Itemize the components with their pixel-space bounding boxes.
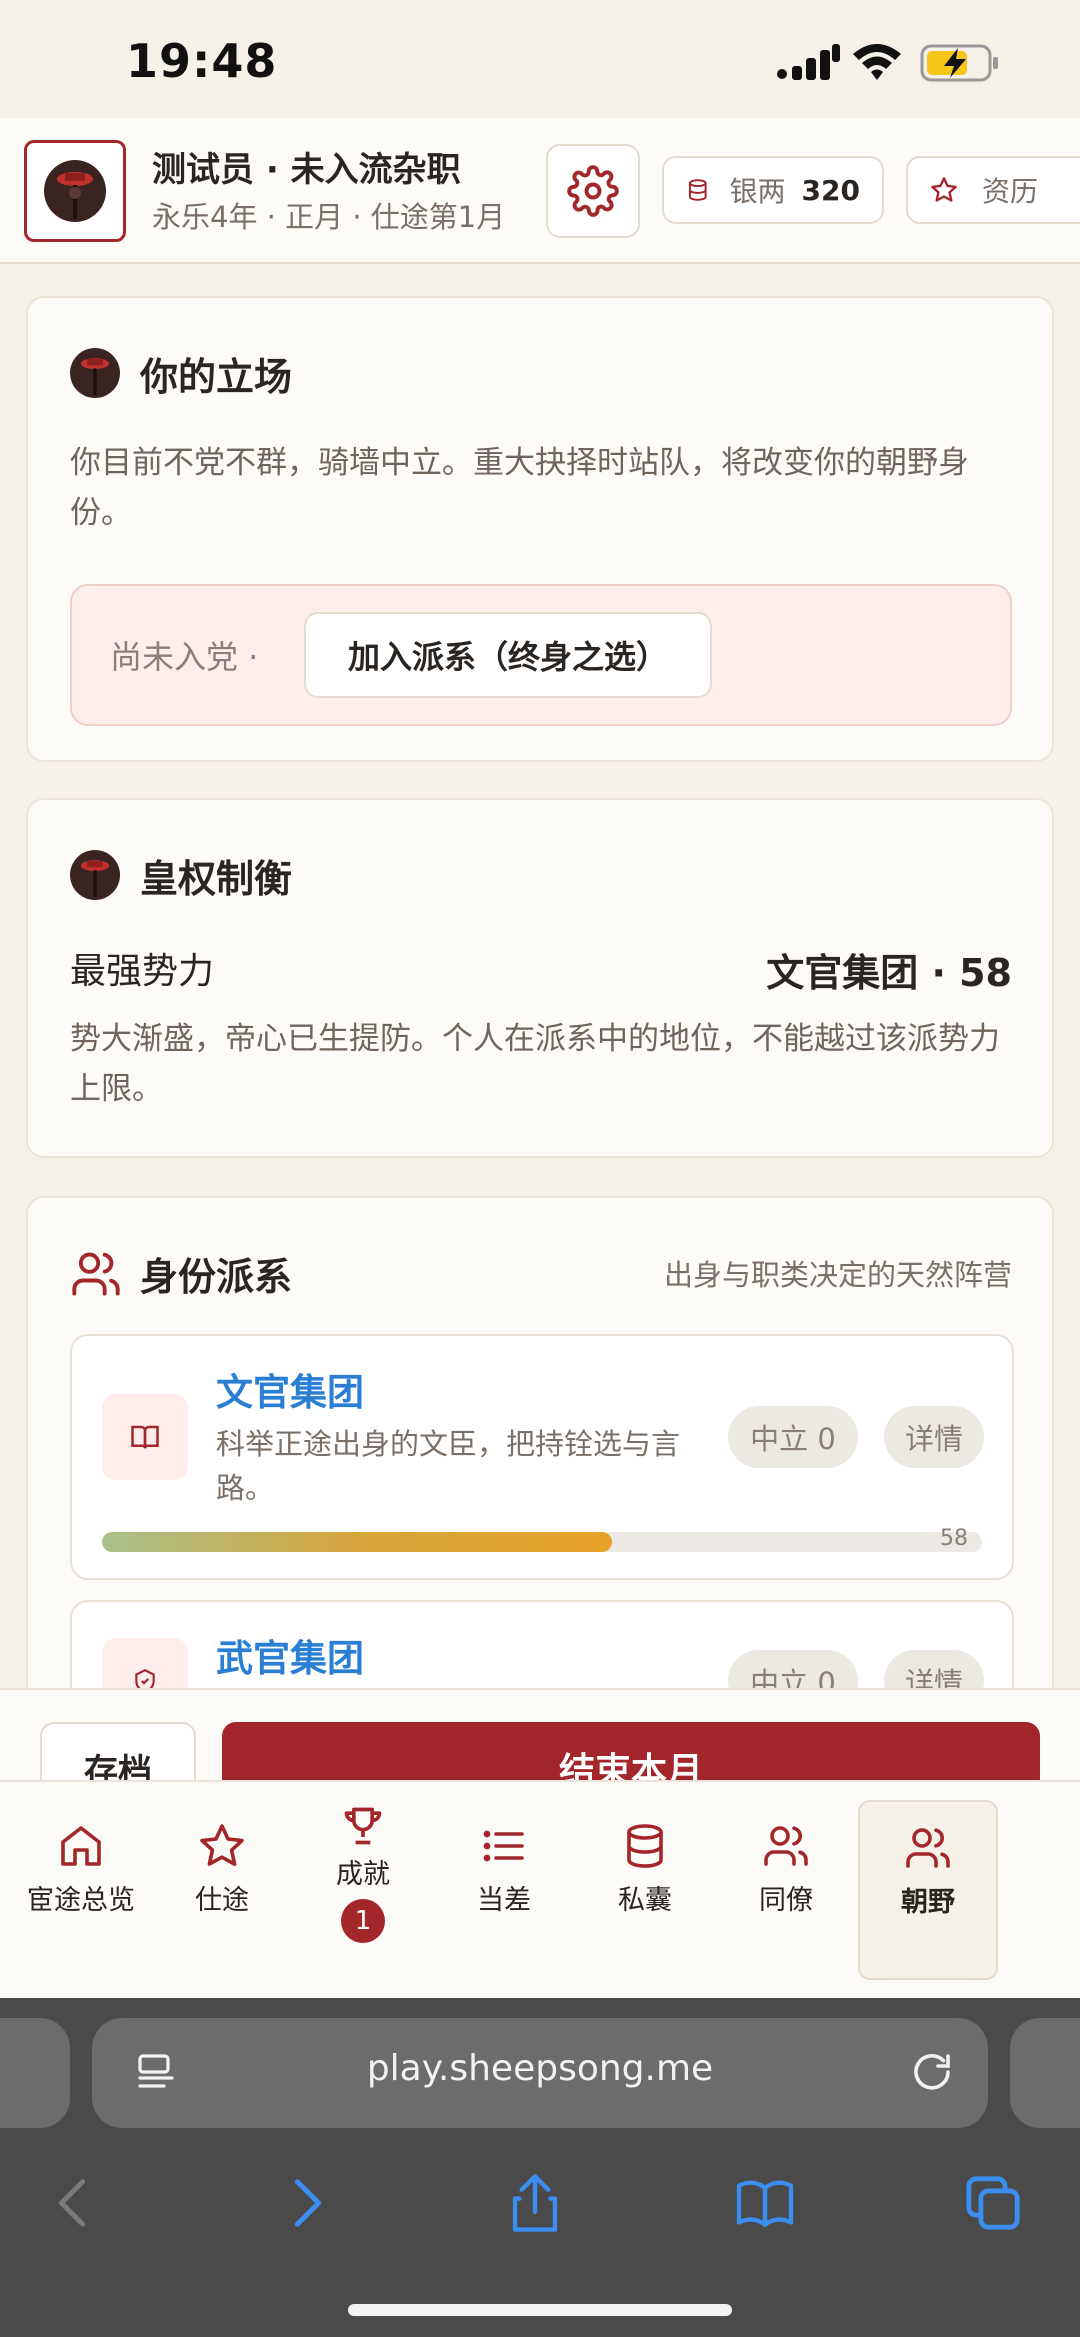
stance-card: 你的立场 你目前不党不群，骑墙中立。重大抉择时站队，将改变你的朝野身份。 尚未入… [26, 296, 1054, 762]
users-icon [764, 1826, 808, 1866]
date-subtitle: 永乐4年 · 正月 · 仕途第1月 [152, 200, 506, 234]
official-avatar-icon [70, 348, 120, 398]
trophy-icon [344, 1807, 382, 1845]
faction-detail-button[interactable]: 详情 [884, 1406, 984, 1468]
list-icon [483, 1830, 524, 1862]
nav-label: 当差 [477, 1885, 531, 1916]
gear-icon [567, 165, 619, 217]
status-bar: 19:48 [0, 0, 1080, 118]
bookmarks-icon [736, 2180, 794, 2227]
strongest-label: 最强势力 [70, 951, 215, 992]
previous-tab-preview[interactable] [0, 2018, 70, 2128]
silver-chip[interactable]: 银两 320 [662, 156, 884, 224]
star-icon [200, 1824, 244, 1866]
avatar[interactable] [24, 140, 126, 242]
imperial-balance-card: 皇权制衡 最强势力 文官集团 · 58 势大渐盛，帝心已生提防。个人在派系中的地… [26, 798, 1054, 1158]
nav-item-achievements[interactable]: 成就 1 [298, 1800, 428, 1980]
faction-icon [102, 1394, 188, 1480]
status-time: 19:48 [126, 34, 278, 88]
reload-icon[interactable] [908, 2048, 956, 2096]
faction-name[interactable]: 文官集团 [216, 1362, 364, 1416]
strongest-value: 文官集团 · 58 [766, 951, 1012, 995]
nav-item-overview[interactable]: 宦途总览 [16, 1800, 146, 1980]
nav-label: 朝野 [901, 1887, 955, 1918]
battery-charging-icon [920, 44, 998, 82]
party-label: 尚未入党 · [110, 638, 259, 676]
share-button[interactable] [500, 2168, 570, 2238]
faction-power-value: 58 [940, 1526, 968, 1551]
faction-description: 科举正途出身的文臣，把持铨选与言路。 [216, 1427, 681, 1505]
nav-item-files[interactable]: 案牍 [1020, 1800, 1080, 1980]
party-status-box: 尚未入党 · 加入派系（终身之选） [70, 584, 1012, 726]
nav-label: 仕途 [195, 1885, 249, 1916]
factions-card: 身份派系 出身与职类决定的天然阵营 文官集团 科举正途出身的文臣，把持铨选与言路… [26, 1196, 1054, 1716]
nav-label: 同僚 [759, 1885, 813, 1916]
nav-label: 私囊 [618, 1885, 672, 1916]
faction-name[interactable]: 武官集团 [216, 1628, 364, 1682]
chevron-right-icon [294, 2179, 322, 2227]
tabs-button[interactable] [958, 2168, 1028, 2238]
star-icon [931, 177, 957, 202]
nav-label: 宦途总览 [27, 1885, 135, 1916]
balance-title: 皇权制衡 [140, 857, 293, 901]
balance-description: 势大渐盛，帝心已生提防。个人在派系中的地位，不能越过该派势力上限。 [70, 1021, 1000, 1107]
next-tab-preview[interactable] [1010, 2018, 1080, 2128]
home-indicator [348, 2304, 732, 2316]
home-icon [61, 1826, 101, 1866]
book-icon [131, 1425, 159, 1449]
users-icon [72, 1252, 120, 1296]
url-text[interactable]: play.sheepsong.me [92, 2048, 988, 2089]
notification-badge: 1 [341, 1899, 385, 1943]
chevron-left-icon [58, 2179, 86, 2227]
coins-icon [688, 179, 707, 201]
forward-button[interactable] [272, 2168, 342, 2238]
stance-title: 你的立场 [140, 355, 293, 399]
official-avatar-icon [70, 850, 120, 900]
factions-subtitle: 出身与职类决定的天然阵营 [663, 1258, 1012, 1292]
faction-power-fill [102, 1532, 613, 1552]
player-title: 测试员 · 未入流杂职 [152, 150, 461, 190]
nav-label: 成就 [336, 1859, 390, 1890]
faction-stance-badge: 中立 0 [728, 1406, 858, 1468]
bottom-nav: 宦途总览 仕途 成就 1 当差 私囊 同僚 朝野 案牍 [0, 1780, 1080, 1998]
action-bar: 存档 结束本月 [0, 1688, 1080, 1780]
share-icon [512, 2174, 558, 2232]
silver-value: 320 [801, 173, 860, 207]
nav-item-career[interactable]: 仕途 [157, 1800, 287, 1980]
address-bar[interactable]: play.sheepsong.me [92, 2018, 988, 2128]
nav-item-purse[interactable]: 私囊 [580, 1800, 710, 1980]
nav-item-colleagues[interactable]: 同僚 [721, 1800, 851, 1980]
join-faction-button[interactable]: 加入派系（终身之选） [304, 612, 712, 698]
back-button[interactable] [38, 2168, 108, 2238]
wifi-icon [853, 44, 901, 80]
save-button[interactable]: 存档 [40, 1722, 196, 1780]
database-icon [627, 1824, 663, 1868]
silver-label: 银两 [729, 175, 786, 208]
stance-description: 你目前不党不群，骑墙中立。重大抉择时站队，将改变你的朝野身份。 [70, 445, 969, 531]
tabs-icon [966, 2176, 1020, 2230]
seniority-label: 资历 [982, 175, 1039, 208]
top-header: 测试员 · 未入流杂职 永乐4年 · 正月 · 仕途第1月 银两 320 资历 [0, 118, 1080, 264]
faction-item-civil[interactable]: 文官集团 科举正途出身的文臣，把持铨选与言路。 中立 0 详情 58 [70, 1334, 1014, 1580]
bookmarks-button[interactable] [730, 2168, 800, 2238]
browser-chrome: play.sheepsong.me [0, 1998, 1080, 2337]
settings-button[interactable] [546, 144, 640, 238]
end-month-button[interactable]: 结束本月 [222, 1722, 1040, 1780]
nav-item-duty[interactable]: 当差 [439, 1800, 569, 1980]
users-icon [906, 1828, 950, 1868]
nav-item-court[interactable]: 朝野 [858, 1800, 998, 1980]
faction-power-bar [102, 1532, 982, 1552]
factions-title: 身份派系 [140, 1255, 293, 1299]
cellular-signal-icon [777, 44, 840, 80]
official-avatar-icon [44, 160, 106, 222]
seniority-chip[interactable]: 资历 [906, 156, 1080, 224]
